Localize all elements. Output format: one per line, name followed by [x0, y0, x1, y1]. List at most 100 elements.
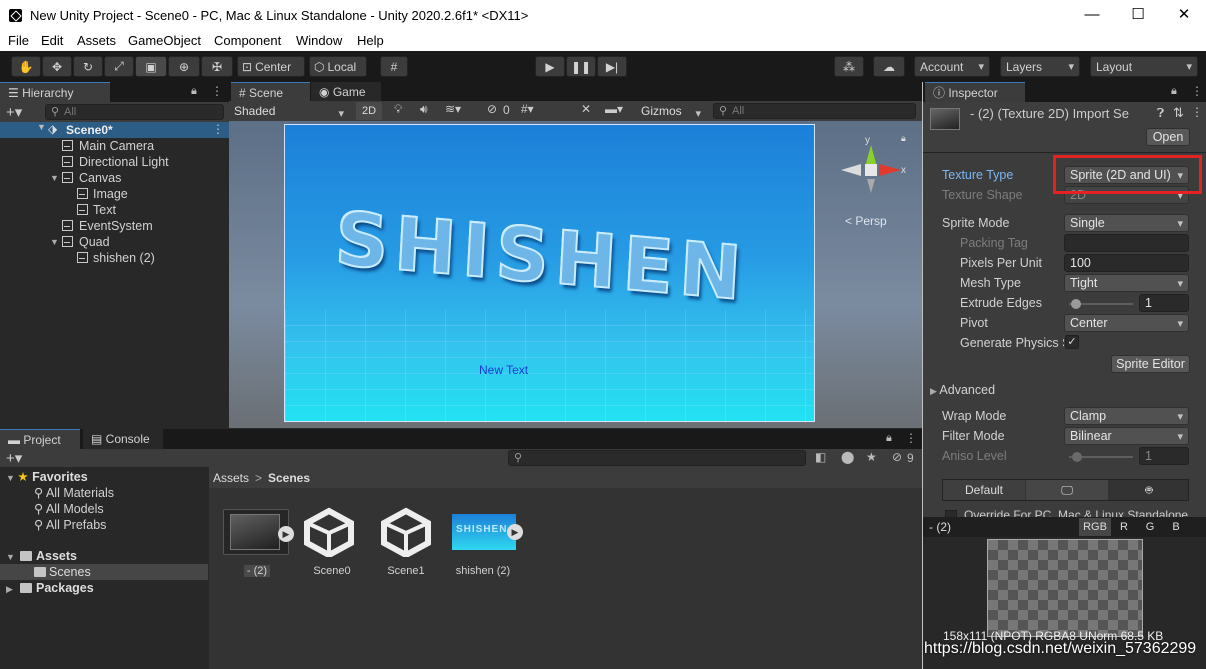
- menu-edit[interactable]: Edit: [41, 33, 63, 48]
- grid-snap-icon[interactable]: #: [380, 56, 408, 77]
- layout-dropdown[interactable]: Layout: [1090, 56, 1198, 77]
- scene-row[interactable]: ▼ ⬗ Scene0* ⋮: [0, 122, 229, 138]
- sprite-mode-dropdown[interactable]: Single: [1064, 214, 1189, 232]
- gizmo-center-cube-icon[interactable]: [865, 164, 877, 176]
- favorites-row[interactable]: ▼ ★ Favorites: [6, 469, 88, 485]
- close-button[interactable]: ✕: [1161, 4, 1206, 26]
- pause-button[interactable]: ❚❚: [566, 56, 596, 77]
- platform-tab-standalone-monitor-icon[interactable]: 🖵︎: [1026, 480, 1108, 500]
- neg-x-axis-cone-icon[interactable]: [841, 164, 861, 176]
- open-button[interactable]: Open: [1146, 128, 1190, 146]
- packing-tag-input[interactable]: [1064, 234, 1189, 252]
- texture-thumbnail[interactable]: ▶: [223, 509, 294, 555]
- hidden-packages-icon[interactable]: ⊘: [892, 450, 902, 464]
- rotate-tool-icon[interactable]: ↻: [73, 56, 103, 77]
- inspector-lock-icon[interactable]: 🔒︎: [1171, 85, 1177, 98]
- advanced-foldout[interactable]: ▶ Advanced: [930, 383, 995, 397]
- gizmos-dropdown[interactable]: Gizmos: [638, 102, 706, 123]
- tab-project[interactable]: ▬ Project: [0, 429, 80, 449]
- menu-help[interactable]: Help: [357, 33, 384, 48]
- project-more-icon[interactable]: ⋮: [905, 431, 917, 445]
- ui-text-new-text[interactable]: New Text: [479, 363, 528, 377]
- hierarchy-item[interactable]: Image: [0, 186, 229, 202]
- filter-mode-dropdown[interactable]: Bilinear: [1064, 427, 1189, 445]
- add-button[interactable]: +▾: [6, 103, 22, 121]
- pivot-dropdown[interactable]: Center: [1064, 314, 1189, 332]
- favorites-item[interactable]: ⚲ All Prefabs: [34, 517, 106, 533]
- minimize-button[interactable]: —: [1069, 4, 1115, 26]
- hierarchy-item[interactable]: Directional Light: [0, 154, 229, 170]
- filter-label-icon[interactable]: ⬤: [841, 450, 854, 464]
- assets-folder-row[interactable]: ▼ Assets: [6, 548, 206, 564]
- project-lock-icon[interactable]: 🔒︎: [886, 432, 892, 445]
- effects-toggle-icon[interactable]: ≋▾: [445, 102, 461, 116]
- custom-tool-icon[interactable]: ✠: [201, 56, 233, 77]
- hierarchy-item[interactable]: shishen (2): [0, 250, 229, 266]
- project-add-button[interactable]: +▾: [6, 449, 22, 467]
- mesh-type-dropdown[interactable]: Tight: [1064, 274, 1189, 292]
- account-dropdown[interactable]: Account: [914, 56, 990, 77]
- header-more-icon[interactable]: ⋮: [1191, 105, 1203, 119]
- 2d-mode-toggle[interactable]: 2D: [356, 102, 382, 120]
- tab-hierarchy[interactable]: ☰ Hierarchy: [0, 82, 110, 102]
- project-search-input[interactable]: [508, 450, 806, 466]
- extrude-edges-slider[interactable]: [1069, 299, 1133, 309]
- scene-menu-icon[interactable]: ⋮: [212, 122, 224, 136]
- menu-window[interactable]: Window: [296, 33, 342, 48]
- menu-component[interactable]: Component: [214, 33, 281, 48]
- platform-tab-default[interactable]: Default: [943, 480, 1025, 500]
- extrude-slider-knob[interactable]: [1071, 299, 1082, 309]
- hierarchy-item[interactable]: Text: [0, 202, 229, 218]
- maximize-button[interactable]: ☐: [1115, 4, 1161, 26]
- channel-b-button[interactable]: B: [1165, 518, 1187, 536]
- generate-physics-checkbox[interactable]: ✓: [1065, 335, 1079, 349]
- gizmo-lock-icon[interactable]: 🔒︎: [901, 133, 906, 144]
- tab-scene[interactable]: # Scene: [231, 82, 310, 102]
- tools-icon[interactable]: ✕: [581, 102, 591, 116]
- transform-tool-icon[interactable]: ⊕: [168, 56, 200, 77]
- play-button[interactable]: ▶: [535, 56, 565, 77]
- camera-icon[interactable]: ▬▾: [605, 102, 623, 116]
- hierarchy-item[interactable]: Main Camera: [0, 138, 229, 154]
- shading-mode-dropdown[interactable]: Shaded: [231, 102, 349, 123]
- packages-folder-row[interactable]: ▶ Packages: [6, 580, 206, 596]
- favorite-star-icon[interactable]: ★: [866, 450, 877, 464]
- hierarchy-search-input[interactable]: All: [45, 104, 224, 120]
- projection-label[interactable]: < Persp: [845, 214, 887, 228]
- hierarchy-item[interactable]: ▼ Canvas: [0, 170, 229, 186]
- favorites-item[interactable]: ⚲ All Materials: [34, 485, 114, 501]
- unity-scene-asset-icon[interactable]: [378, 507, 434, 559]
- expand-arrow-icon[interactable]: ▼: [50, 234, 59, 250]
- channel-g-button[interactable]: G: [1139, 518, 1161, 536]
- favorites-item[interactable]: ⚲ All Models: [34, 501, 104, 517]
- channel-r-button[interactable]: R: [1113, 518, 1135, 536]
- extrude-edges-input[interactable]: 1: [1139, 294, 1189, 312]
- wrap-mode-dropdown[interactable]: Clamp: [1064, 407, 1189, 425]
- tab-inspector[interactable]: ⓘ Inspector: [925, 82, 1025, 102]
- filter-type-icon[interactable]: ◧: [815, 450, 826, 464]
- scene-viewport[interactable]: SHISHEN New Text y x 🔒︎ < Persp: [229, 121, 922, 428]
- sprite-quad[interactable]: SHISHEN New Text: [284, 124, 815, 423]
- audio-toggle-icon[interactable]: 🔊︎: [420, 102, 428, 117]
- hand-tool-icon[interactable]: ✋: [11, 56, 41, 77]
- pixels-per-unit-input[interactable]: 100: [1064, 254, 1189, 272]
- unity-scene-asset-icon[interactable]: [301, 507, 357, 559]
- pivot-local-toggle[interactable]: ⬡ Local: [309, 56, 367, 77]
- scale-tool-icon[interactable]: ⤢: [104, 56, 134, 77]
- more-menu-icon[interactable]: ⋮: [211, 84, 223, 98]
- menu-gameobject[interactable]: GameObject: [128, 33, 201, 48]
- hierarchy-item[interactable]: EventSystem: [0, 218, 229, 234]
- platform-tab-android-icon[interactable]: 🤖︎: [1109, 480, 1189, 500]
- neg-y-axis-cone-icon[interactable]: [867, 179, 875, 193]
- sprite-editor-button[interactable]: Sprite Editor: [1111, 355, 1190, 373]
- move-tool-icon[interactable]: ✥: [42, 56, 72, 77]
- breadcrumb-scenes[interactable]: Scenes: [268, 471, 310, 485]
- tab-console[interactable]: ▤ Console: [83, 429, 163, 449]
- collab-icon[interactable]: ⁂: [834, 56, 864, 77]
- scene-search-input[interactable]: All: [713, 103, 916, 119]
- step-button[interactable]: ▶|: [597, 56, 627, 77]
- cloud-icon[interactable]: ☁: [873, 56, 905, 77]
- lock-icon[interactable]: 🔒︎: [191, 85, 197, 98]
- pivot-center-toggle[interactable]: ⊡ Center: [237, 56, 305, 77]
- expand-play-icon[interactable]: ▶: [507, 524, 523, 540]
